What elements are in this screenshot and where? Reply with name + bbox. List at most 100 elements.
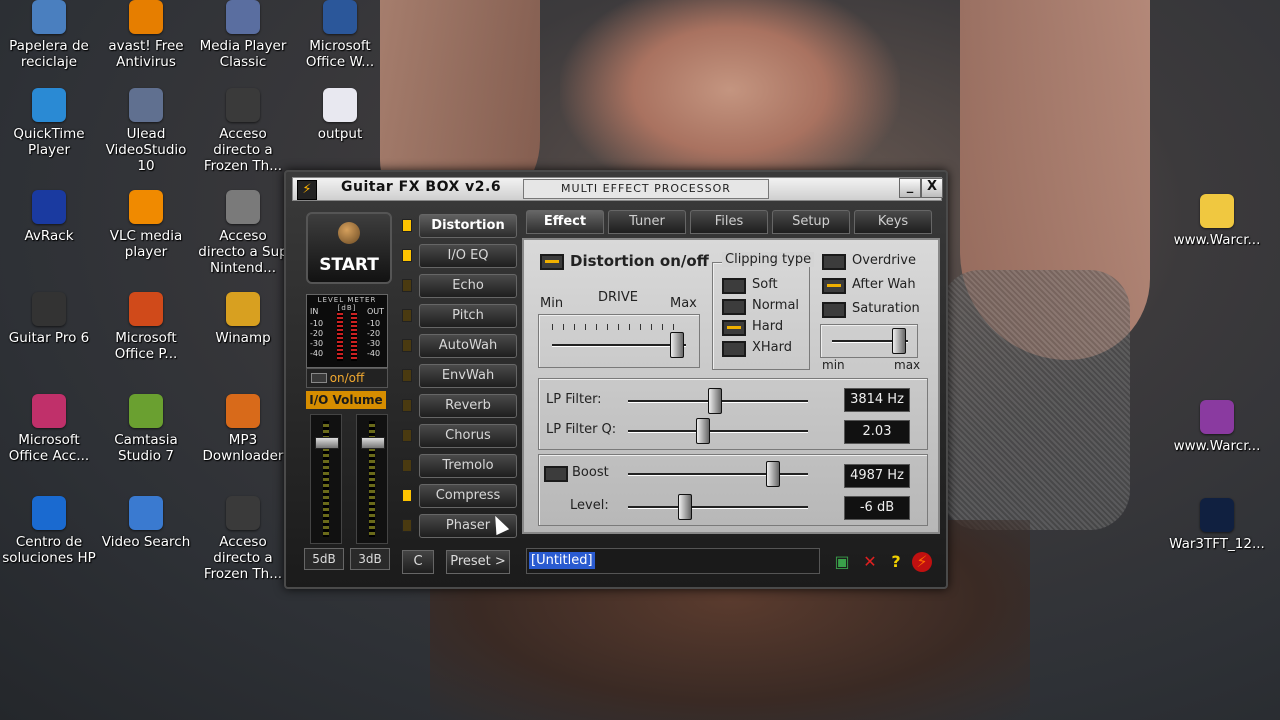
desktop-icon[interactable]: www.Warcr...	[1168, 194, 1266, 248]
guitar-pro-icon	[32, 292, 66, 326]
desktop-icon[interactable]: MP3 Downloader	[194, 394, 292, 464]
frozen-throne-icon	[226, 88, 260, 122]
desktop-icon[interactable]: Media Player Classic	[194, 0, 292, 70]
desktop-icon[interactable]: www.Warcr...	[1168, 400, 1266, 454]
desktop-icon[interactable]: Winamp	[194, 292, 292, 346]
window-title: Guitar FX BOX v2.6	[341, 179, 502, 195]
close-button[interactable]: X	[921, 178, 943, 198]
tab-files[interactable]: Files	[690, 210, 768, 234]
effect-button-pitch[interactable]: Pitch	[419, 304, 517, 328]
desktop-icon[interactable]: Acceso directo a Frozen Th...	[194, 88, 292, 174]
desktop-icon[interactable]: QuickTime Player	[0, 88, 98, 158]
effect-button-tremolo[interactable]: Tremolo	[419, 454, 517, 478]
boost-knob[interactable]	[766, 461, 780, 487]
output-volume-slider[interactable]	[356, 414, 388, 544]
tab-keys[interactable]: Keys	[854, 210, 932, 234]
desktop-icon[interactable]: War3TFT_12...	[1168, 498, 1266, 552]
effect-button-distortion[interactable]: Distortion	[419, 214, 517, 238]
media-player-icon	[226, 0, 260, 34]
desktop-icon[interactable]: AvRack	[0, 190, 98, 244]
effect-led-icon	[402, 519, 412, 532]
help-icon[interactable]: ?	[886, 552, 906, 572]
save-icon[interactable]: ▣	[832, 552, 852, 572]
lp-filter-q-slider[interactable]	[628, 430, 808, 433]
level-slider[interactable]	[628, 506, 808, 509]
input-volume-knob[interactable]	[315, 437, 339, 449]
battlenet-icon	[1200, 498, 1234, 532]
boost-slider[interactable]	[628, 473, 808, 476]
desktop-icon-label: Camtasia Studio 7	[114, 432, 178, 464]
boost-toggle[interactable]	[544, 466, 568, 482]
saturation-knob[interactable]	[892, 328, 906, 354]
start-led-icon	[338, 222, 360, 244]
desktop-icon[interactable]: Ulead VideoStudio 10	[97, 88, 195, 174]
clipping-hard-toggle[interactable]	[722, 320, 746, 336]
drive-knob[interactable]	[670, 332, 684, 358]
preset-button[interactable]: Preset >	[446, 550, 510, 574]
clipping-option-label: Normal	[752, 298, 800, 313]
desktop-icon[interactable]: Centro de soluciones HP	[0, 496, 98, 566]
level-knob[interactable]	[678, 494, 692, 520]
delete-icon[interactable]: ✕	[860, 552, 880, 572]
effect-button-echo[interactable]: Echo	[419, 274, 517, 298]
input-volume-slider[interactable]	[310, 414, 342, 544]
desktop-icon[interactable]: output	[291, 88, 389, 142]
mode-overdrive-toggle[interactable]	[822, 254, 846, 270]
preset-name-field[interactable]: [Untitled]	[526, 548, 820, 574]
desktop-icon[interactable]: Acceso directo a Sup Nintend...	[194, 190, 292, 276]
lp-filter-knob[interactable]	[708, 388, 722, 414]
meter-out-label: OUT	[367, 307, 385, 316]
tab-tuner[interactable]: Tuner	[608, 210, 686, 234]
effect-button-i-o-eq[interactable]: I/O EQ	[419, 244, 517, 268]
desktop-icon[interactable]: avast! Free Antivirus	[97, 0, 195, 70]
minimize-button[interactable]: _	[899, 178, 921, 198]
drive-slider[interactable]	[552, 344, 686, 347]
desktop-icon[interactable]: Video Search	[97, 496, 195, 550]
clear-button[interactable]: C	[402, 550, 434, 574]
saturation-min-label: min	[822, 358, 845, 372]
folder-icon	[1200, 194, 1234, 228]
effect-led-icon	[402, 489, 412, 502]
distortion-onoff-toggle[interactable]	[540, 254, 564, 270]
effect-led-icon	[402, 459, 412, 472]
desktop-icon-label: Ulead VideoStudio 10	[105, 126, 187, 174]
clipping-soft-toggle[interactable]	[722, 278, 746, 294]
start-button[interactable]: START	[306, 212, 392, 284]
desktop-icon[interactable]: Papelera de reciclaje	[0, 0, 98, 70]
output-volume-knob[interactable]	[361, 437, 385, 449]
effect-button-chorus[interactable]: Chorus	[419, 424, 517, 448]
desktop-icon[interactable]: Microsoft Office W...	[291, 0, 389, 70]
effect-button-compress[interactable]: Compress	[419, 484, 517, 508]
mode-saturation-toggle[interactable]	[822, 302, 846, 318]
meter-scale-right: -10 -20 -30 -40	[367, 319, 380, 359]
tab-setup[interactable]: Setup	[772, 210, 850, 234]
effect-button-reverb[interactable]: Reverb	[419, 394, 517, 418]
guitar-fx-box-window[interactable]: ⚡ Guitar FX BOX v2.6 MULTI EFFECT PROCES…	[284, 170, 948, 589]
meter-onoff-toggle[interactable]: on/off	[306, 368, 388, 388]
desktop-icon-label: Video Search	[101, 534, 191, 550]
tab-effect[interactable]: Effect	[526, 210, 604, 234]
desktop-icon[interactable]: Guitar Pro 6	[0, 292, 98, 346]
effect-led-icon	[402, 219, 412, 232]
desktop-icon[interactable]: Microsoft Office P...	[97, 292, 195, 362]
mode-after-wah-toggle[interactable]	[822, 278, 846, 294]
drive-label: DRIVE	[598, 290, 638, 305]
desktop-icon[interactable]: Camtasia Studio 7	[97, 394, 195, 464]
title-bar[interactable]: ⚡ Guitar FX BOX v2.6 MULTI EFFECT PROCES…	[292, 177, 943, 201]
desktop-icon[interactable]: VLC media player	[97, 190, 195, 260]
desktop-icon[interactable]: Acceso directo a Frozen Th...	[194, 496, 292, 582]
clipping-normal-toggle[interactable]	[722, 299, 746, 315]
desktop-icon[interactable]: Microsoft Office Acc...	[0, 394, 98, 464]
lp-filter-q-knob[interactable]	[696, 418, 710, 444]
effect-button-autowah[interactable]: AutoWah	[419, 334, 517, 358]
meter-scale-left: -10 -20 -30 -40	[310, 319, 323, 359]
desktop-icon-label: Acceso directo a Sup Nintend...	[198, 228, 288, 276]
hp-icon	[32, 496, 66, 530]
clipping-xhard-toggle[interactable]	[722, 341, 746, 357]
effect-led-icon	[402, 369, 412, 382]
bolt-icon[interactable]: ⚡	[912, 552, 932, 572]
effect-led-icon	[402, 249, 412, 262]
app-logo-icon: ⚡	[297, 180, 317, 200]
effect-button-envwah[interactable]: EnvWah	[419, 364, 517, 388]
desktop-icon-label: Centro de soluciones HP	[2, 534, 96, 566]
